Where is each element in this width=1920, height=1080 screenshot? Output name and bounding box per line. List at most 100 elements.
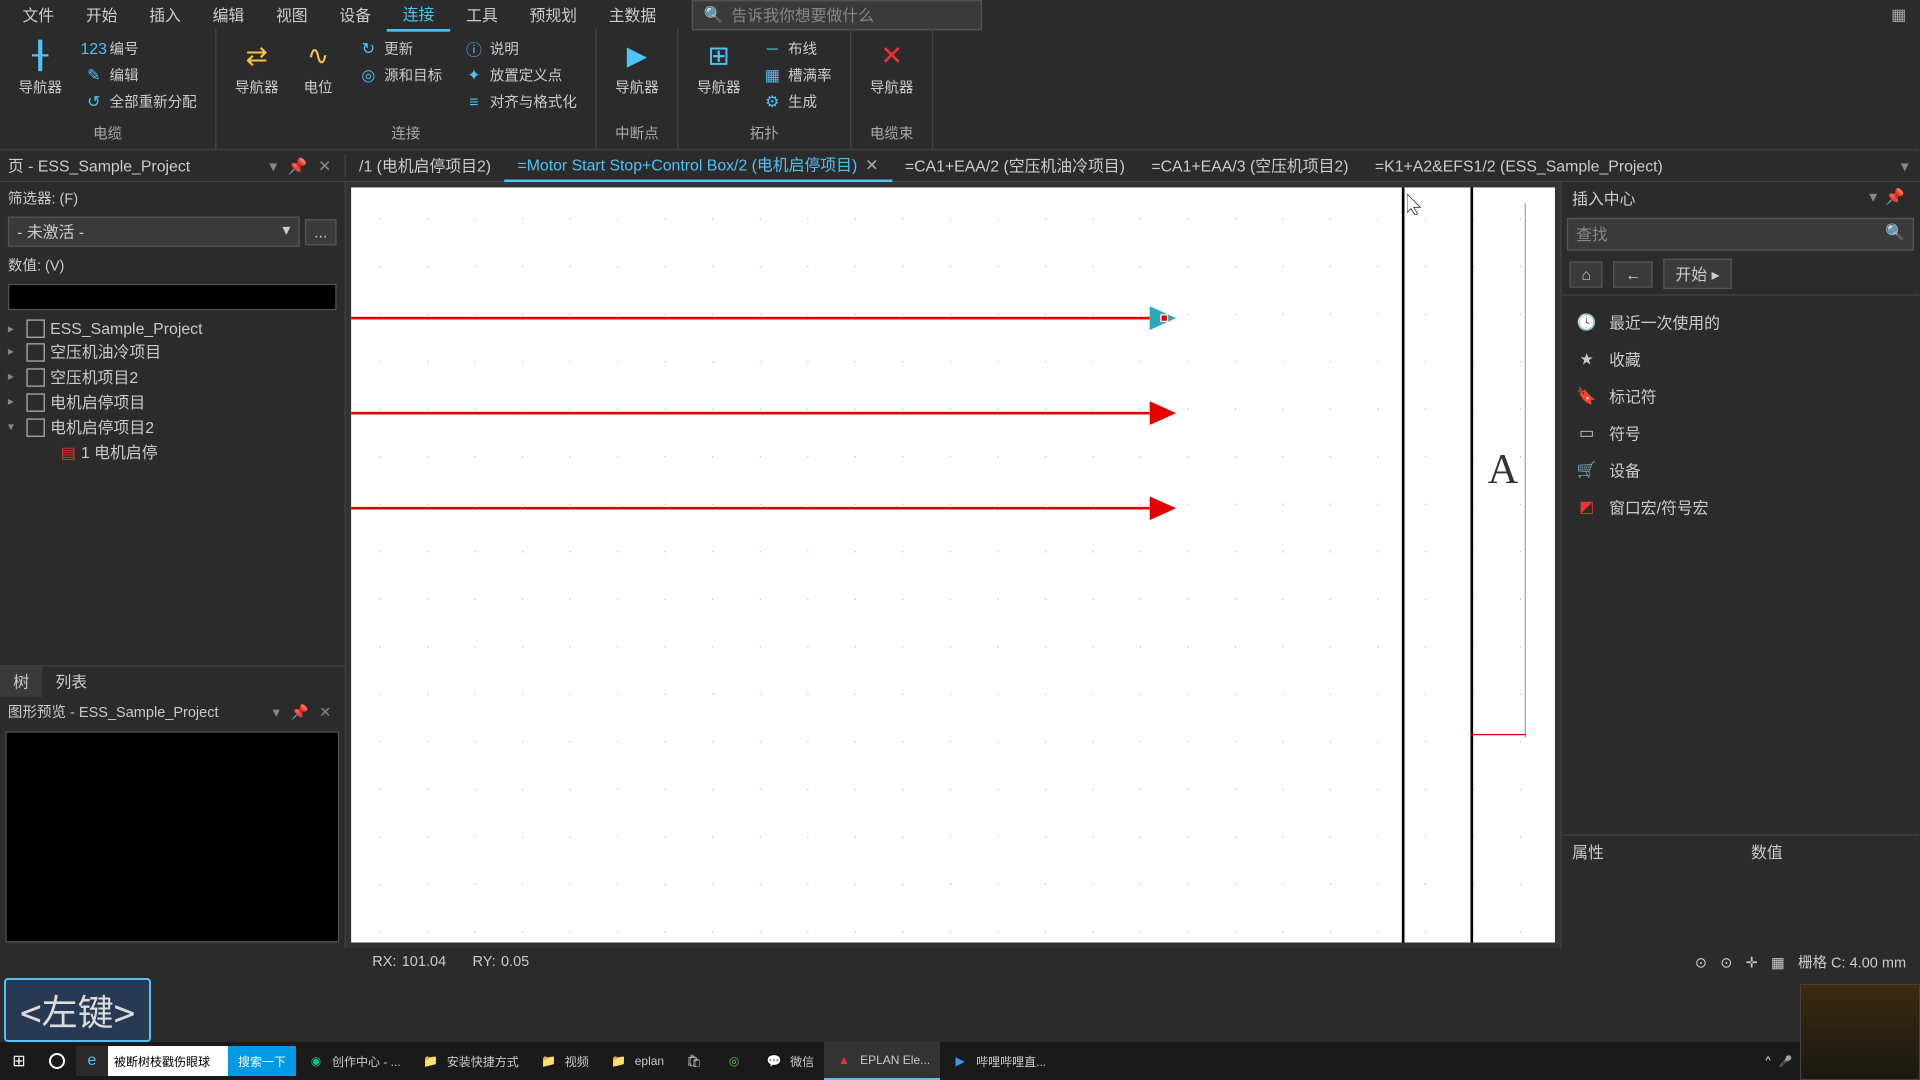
project-tree[interactable]: ▸ESS_Sample_Project ▸空压机油冷项目 ▸空压机项目2 ▸电机… bbox=[0, 313, 345, 665]
task-folder-eplan[interactable]: 📁eplan bbox=[599, 1042, 674, 1080]
close-icon[interactable]: ✕ bbox=[314, 703, 337, 720]
favorites-item[interactable]: ★收藏 bbox=[1567, 341, 1914, 378]
snap-icon[interactable]: ⊙ bbox=[1720, 954, 1732, 971]
potential-button[interactable]: ∿ 电位 bbox=[292, 34, 345, 100]
tree-item[interactable]: ▸ESS_Sample_Project bbox=[3, 318, 342, 339]
source-target-button[interactable]: ◎源和目标 bbox=[352, 63, 447, 87]
menu-insert[interactable]: 插入 bbox=[133, 0, 196, 30]
task-edge[interactable]: ◉创作中心 - ... bbox=[296, 1042, 411, 1080]
task-store[interactable]: 🛍 bbox=[674, 1042, 714, 1080]
navigator-icon: ╂ bbox=[22, 37, 59, 74]
symbols-item[interactable]: ▭符号 bbox=[1567, 414, 1914, 451]
generate-button[interactable]: ⚙生成 bbox=[756, 90, 837, 114]
insert-search[interactable]: 查找 🔍 bbox=[1567, 218, 1914, 251]
menu-file[interactable]: 文件 bbox=[7, 0, 70, 30]
close-icon[interactable]: ✕ bbox=[313, 156, 337, 174]
home-button[interactable]: ⌂ bbox=[1569, 261, 1602, 287]
chevron-up-icon[interactable]: ^ bbox=[1765, 1055, 1770, 1067]
task-folder-video[interactable]: 📁视频 bbox=[529, 1042, 599, 1080]
task-360[interactable]: ◎ bbox=[714, 1042, 754, 1080]
search-icon: 🔍 bbox=[704, 5, 724, 23]
snap-icon[interactable]: ⊙ bbox=[1695, 954, 1707, 971]
menu-tool[interactable]: 工具 bbox=[450, 0, 513, 30]
task-bilibili[interactable]: ▶哔哩哔哩直... bbox=[940, 1042, 1056, 1080]
search-go-button[interactable]: 搜索一下 bbox=[228, 1046, 296, 1076]
task-eplan[interactable]: ▲EPLAN Ele... bbox=[824, 1042, 940, 1080]
devices-item[interactable]: 🛒设备 bbox=[1567, 451, 1914, 488]
recent-item[interactable]: 🕓最近一次使用的 bbox=[1567, 304, 1914, 341]
crosshair-icon[interactable]: ✛ bbox=[1746, 954, 1758, 971]
tree-item[interactable]: ▸空压机油冷项目 bbox=[3, 339, 342, 364]
grid-icon[interactable]: ▦ bbox=[1771, 954, 1785, 971]
menu-edit[interactable]: 编辑 bbox=[197, 0, 260, 30]
tree-item[interactable]: ▸电机启停项目 bbox=[3, 389, 342, 414]
value-input[interactable] bbox=[8, 284, 337, 310]
ie-icon[interactable]: e bbox=[76, 1052, 108, 1070]
filter-label: 筛选器: (F) bbox=[0, 182, 345, 214]
pin-icon[interactable]: 📌 bbox=[285, 703, 314, 720]
macros-item[interactable]: ◩窗口宏/符号宏 bbox=[1567, 488, 1914, 525]
menu-start[interactable]: 开始 bbox=[70, 0, 133, 30]
tree-item[interactable]: ▤1 电机启停 bbox=[3, 440, 342, 465]
chevron-down-icon[interactable]: ▾ bbox=[1890, 156, 1919, 174]
routing-button[interactable]: ─布线 bbox=[756, 37, 837, 61]
tell-me-search[interactable]: 🔍 告诉我你想要做什么 bbox=[692, 0, 982, 30]
connection-point[interactable] bbox=[1160, 314, 1168, 322]
breakpoint-navigator-button[interactable]: ▶ 导航器 bbox=[607, 34, 666, 100]
numbering-button[interactable]: 123编号 bbox=[78, 37, 202, 61]
menu-preplan[interactable]: 预规划 bbox=[514, 0, 593, 30]
start-button[interactable]: ⊞ bbox=[0, 1042, 38, 1080]
menu-master[interactable]: 主数据 bbox=[593, 0, 672, 30]
start-crumb[interactable]: 开始 ▸ bbox=[1664, 259, 1732, 289]
menu-view[interactable]: 视图 bbox=[260, 0, 323, 30]
news-search-input[interactable] bbox=[108, 1046, 228, 1076]
close-icon[interactable]: ✕ bbox=[865, 156, 878, 174]
doc-tab-5[interactable]: =K1+A2&EFS1/2 (ESS_Sample_Project) bbox=[1362, 152, 1676, 178]
rx-label: RX: bbox=[372, 954, 396, 970]
doc-tab-1[interactable]: /1 (电机启停项目2) bbox=[346, 150, 504, 180]
wire-line bbox=[351, 412, 1150, 415]
filter-combo[interactable]: - 未激活 -▾ bbox=[8, 216, 300, 246]
pin-icon[interactable]: 📌 bbox=[282, 156, 312, 174]
mic-icon[interactable]: 🎤 bbox=[1779, 1055, 1793, 1068]
list-tab[interactable]: 列表 bbox=[42, 667, 100, 697]
menu-connect[interactable]: 连接 bbox=[387, 0, 450, 31]
drawing-area[interactable]: A bbox=[346, 182, 1560, 948]
tree-tab[interactable]: 树 bbox=[0, 667, 42, 697]
filter-more-button[interactable]: ... bbox=[305, 218, 337, 244]
layout-icon[interactable]: ▦ bbox=[1878, 5, 1919, 23]
back-icon: ← bbox=[1625, 265, 1641, 283]
pin-icon[interactable]: 📌 bbox=[1881, 187, 1909, 205]
align-format-button[interactable]: ≡对齐与格式化 bbox=[458, 90, 582, 114]
ry-value: 0.05 bbox=[501, 954, 529, 970]
doc-tab-2[interactable]: =Motor Start Stop+Control Box/2 (电机启停项目)… bbox=[504, 149, 891, 182]
preview-area[interactable] bbox=[5, 731, 339, 942]
update-button[interactable]: ↻更新 bbox=[352, 37, 447, 61]
fillrate-button[interactable]: ▦槽满率 bbox=[756, 63, 837, 87]
task-folder-install[interactable]: 📁安装快捷方式 bbox=[411, 1042, 529, 1080]
rx-value: 101.04 bbox=[402, 954, 446, 970]
tags-item[interactable]: 🔖标记符 bbox=[1567, 378, 1914, 415]
tree-item[interactable]: ▸空压机项目2 bbox=[3, 364, 342, 389]
connect-navigator-button[interactable]: ⇄ 导航器 bbox=[227, 34, 286, 100]
doc-tab-4[interactable]: =CA1+EAA/3 (空压机项目2) bbox=[1138, 150, 1362, 180]
back-button[interactable]: ← bbox=[1613, 261, 1653, 287]
cortana-button[interactable] bbox=[38, 1042, 76, 1080]
arrow-icon bbox=[1150, 401, 1176, 425]
task-wechat[interactable]: 💬微信 bbox=[754, 1042, 824, 1080]
edit-button[interactable]: ✎编辑 bbox=[78, 63, 202, 87]
topology-navigator-button[interactable]: ⊞ 导航器 bbox=[689, 34, 748, 100]
menu-device[interactable]: 设备 bbox=[324, 0, 387, 30]
chevron-down-icon[interactable]: ▾ bbox=[1865, 187, 1881, 205]
redistribute-button[interactable]: ↺全部重新分配 bbox=[78, 90, 202, 114]
tree-item[interactable]: ▾电机启停项目2 bbox=[3, 414, 342, 439]
frame-mark bbox=[1470, 734, 1525, 735]
cable-navigator-button[interactable]: ╂ 导航器 bbox=[11, 34, 70, 100]
chevron-down-icon[interactable]: ▾ bbox=[267, 703, 285, 720]
webcam-overlay bbox=[1800, 984, 1920, 1080]
harness-navigator-button[interactable]: ✕ 导航器 bbox=[862, 34, 921, 100]
place-defpoint-button[interactable]: ✦放置定义点 bbox=[458, 63, 582, 87]
doc-tab-3[interactable]: =CA1+EAA/2 (空压机油冷项目) bbox=[892, 150, 1138, 180]
description-button[interactable]: ⓘ说明 bbox=[458, 37, 582, 61]
chevron-down-icon[interactable]: ▾ bbox=[264, 156, 283, 174]
